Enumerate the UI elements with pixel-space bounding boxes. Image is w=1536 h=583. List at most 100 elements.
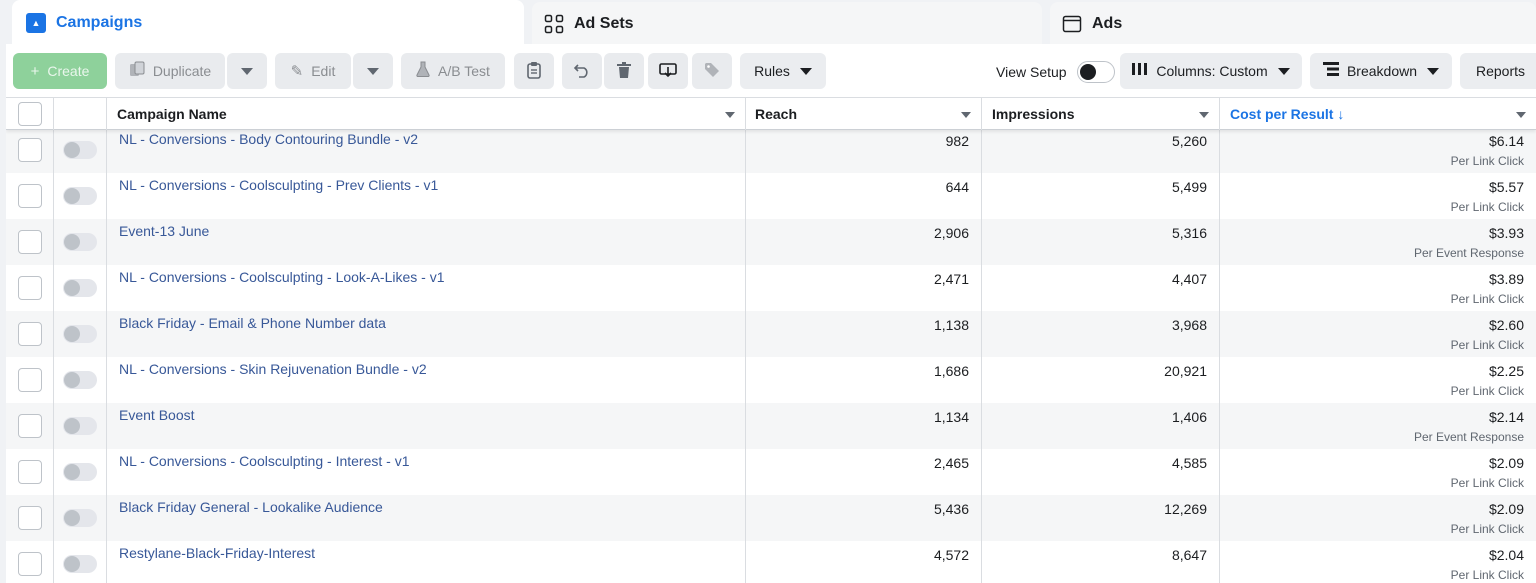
pencil-icon: ✎ xyxy=(290,63,304,80)
row-checkbox[interactable] xyxy=(17,138,42,162)
campaign-name-link[interactable]: Restylane-Black-Friday-Interest xyxy=(119,545,315,561)
reports-dropdown[interactable]: Reports xyxy=(1460,53,1536,89)
table-row[interactable]: Black Friday General - Lookalike Audienc… xyxy=(6,495,1536,541)
tab-ads[interactable]: Ads xyxy=(1050,2,1536,46)
column-header-reach[interactable]: Reach xyxy=(746,98,982,130)
tab-campaigns[interactable]: ▲ Campaigns xyxy=(12,0,524,46)
tab-ad-sets-label: Ad Sets xyxy=(574,15,634,32)
columns-dropdown[interactable]: Columns: Custom xyxy=(1120,53,1302,89)
tag-button[interactable] xyxy=(692,53,732,89)
campaign-name-link[interactable]: NL - Conversions - Coolsculpting - Look-… xyxy=(119,269,445,285)
duplicate-dropdown-button[interactable] xyxy=(227,53,267,89)
row-checkbox[interactable] xyxy=(17,230,42,254)
reach-cell: 2,465 xyxy=(746,449,982,495)
table-row[interactable]: NL - Conversions - Coolsculpting - Look-… xyxy=(6,265,1536,311)
chevron-down-icon xyxy=(799,67,812,75)
campaign-status-toggle[interactable] xyxy=(63,417,97,435)
row-select-cell xyxy=(6,127,54,173)
row-select-cell xyxy=(6,449,54,495)
cost-value: $2.60 xyxy=(1488,317,1524,333)
campaign-status-toggle[interactable] xyxy=(63,233,97,251)
column-header-campaign-name[interactable]: Campaign Name xyxy=(107,98,746,130)
impressions-value: 4,407 xyxy=(1171,271,1207,287)
campaign-name-link[interactable]: Black Friday - Email & Phone Number data xyxy=(119,315,386,331)
reach-cell: 2,906 xyxy=(746,219,982,265)
campaign-status-toggle[interactable] xyxy=(63,187,97,205)
row-checkbox[interactable] xyxy=(17,460,42,484)
campaigns-table: Campaign Name Reach Impressions Cost per… xyxy=(6,98,1536,583)
campaign-name-link[interactable]: Event Boost xyxy=(119,407,195,423)
impressions-cell: 4,407 xyxy=(982,265,1220,311)
column-header-label: Impressions xyxy=(992,106,1075,122)
row-checkbox[interactable] xyxy=(17,368,42,392)
tab-ad-sets[interactable]: Ad Sets xyxy=(532,2,1042,46)
column-header-impressions[interactable]: Impressions xyxy=(982,98,1220,130)
campaign-name-link[interactable]: Black Friday General - Lookalike Audienc… xyxy=(119,499,383,515)
rules-dropdown[interactable]: Rules xyxy=(740,53,826,89)
row-checkbox[interactable] xyxy=(17,414,42,438)
table-row[interactable]: Restylane-Black-Friday-Interest 4,572 8,64… xyxy=(6,541,1536,583)
chevron-down-icon xyxy=(241,67,253,75)
campaign-name-link[interactable]: NL - Conversions - Skin Rejuvenation Bun… xyxy=(119,361,427,377)
delete-button[interactable] xyxy=(604,53,644,89)
table-row[interactable]: Event Boost 1,134 1,406 $2.14 Per Event Resp… xyxy=(6,403,1536,449)
view-setup-label: View Setup xyxy=(996,64,1067,80)
row-checkbox[interactable] xyxy=(17,184,42,208)
table-row[interactable]: Event-13 June 2,906 5,316 $3.93 Per Event Re… xyxy=(6,219,1536,265)
campaign-name-link[interactable]: Event-13 June xyxy=(119,223,209,239)
campaign-status-toggle[interactable] xyxy=(63,371,97,389)
campaign-status-toggle[interactable] xyxy=(63,555,97,573)
table-row[interactable]: NL - Conversions - Body Contouring Bundl… xyxy=(6,127,1536,173)
chevron-down-icon[interactable] xyxy=(725,112,735,118)
campaign-name-cell: NL - Conversions - Skin Rejuvenation Bun… xyxy=(107,357,746,403)
ab-test-button[interactable]: A/B Test xyxy=(401,53,505,89)
chevron-down-icon[interactable] xyxy=(1199,112,1209,118)
campaign-name-link[interactable]: NL - Conversions - Body Contouring Bundl… xyxy=(119,131,418,147)
view-setup-toggle[interactable] xyxy=(1076,61,1115,83)
table-row[interactable]: NL - Conversions - Coolsculpting - Inter… xyxy=(6,449,1536,495)
row-checkbox[interactable] xyxy=(17,276,42,300)
reach-value: 644 xyxy=(945,179,969,195)
reach-value: 1,138 xyxy=(933,317,969,333)
chevron-down-icon[interactable] xyxy=(1516,112,1526,118)
edit-dropdown-button[interactable] xyxy=(353,53,393,89)
row-checkbox[interactable] xyxy=(17,322,42,346)
cost-value: $2.25 xyxy=(1488,363,1524,379)
export-button[interactable] xyxy=(648,53,688,89)
campaign-status-toggle[interactable] xyxy=(63,509,97,527)
campaign-name-link[interactable]: NL - Conversions - Coolsculpting - Inter… xyxy=(119,453,409,469)
row-select-cell xyxy=(6,541,54,583)
select-all-checkbox[interactable] xyxy=(17,102,42,126)
reach-cell: 2,471 xyxy=(746,265,982,311)
reach-cell: 4,572 xyxy=(746,541,982,583)
duplicate-button[interactable]: Duplicate xyxy=(115,53,225,89)
row-checkbox[interactable] xyxy=(17,506,42,530)
row-toggle-cell xyxy=(54,541,107,583)
undo-button[interactable] xyxy=(562,53,602,89)
chevron-down-icon[interactable] xyxy=(961,112,971,118)
impressions-value: 1,406 xyxy=(1171,409,1207,425)
create-button[interactable]: + Create xyxy=(13,53,107,89)
campaign-status-toggle[interactable] xyxy=(63,141,97,159)
row-checkbox[interactable] xyxy=(17,552,42,576)
edit-button[interactable]: ✎ Edit xyxy=(275,53,351,89)
table-row[interactable]: Black Friday - Email & Phone Number data… xyxy=(6,311,1536,357)
impressions-cell: 20,921 xyxy=(982,357,1220,403)
row-select-cell xyxy=(6,357,54,403)
level-tabs: ▲ Campaigns Ad Sets Ads xyxy=(0,0,1536,46)
table-row[interactable]: NL - Conversions - Coolsculpting - Prev … xyxy=(6,173,1536,219)
campaign-status-toggle[interactable] xyxy=(63,325,97,343)
campaign-name-cell: NL - Conversions - Coolsculpting - Inter… xyxy=(107,449,746,495)
flask-icon xyxy=(416,61,430,81)
campaign-flag-icon: ▲ xyxy=(26,13,46,33)
reach-cell: 1,138 xyxy=(746,311,982,357)
duplicate-label: Duplicate xyxy=(152,63,212,79)
reach-value: 2,465 xyxy=(933,455,969,471)
breakdown-dropdown[interactable]: Breakdown xyxy=(1310,53,1452,89)
clipboard-button[interactable] xyxy=(514,53,554,89)
campaign-status-toggle[interactable] xyxy=(63,279,97,297)
campaign-status-toggle[interactable] xyxy=(63,463,97,481)
table-row[interactable]: NL - Conversions - Skin Rejuvenation Bun… xyxy=(6,357,1536,403)
campaign-name-link[interactable]: NL - Conversions - Coolsculpting - Prev … xyxy=(119,177,438,193)
column-header-cost-per-result[interactable]: Cost per Result ↓ xyxy=(1220,98,1536,130)
